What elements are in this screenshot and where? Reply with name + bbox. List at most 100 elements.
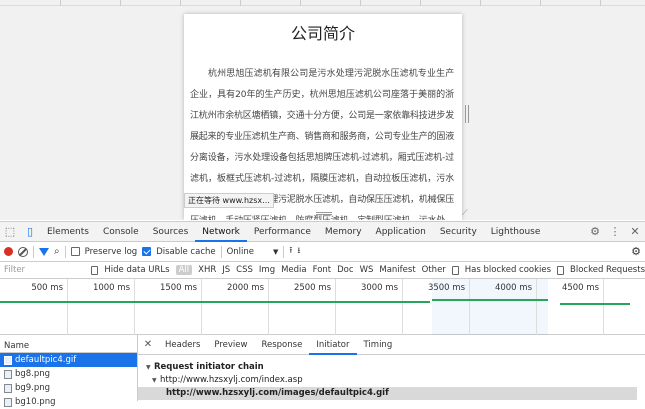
request-list: Name defaultpic4.gif bg8.png bg9.png bg1… bbox=[0, 335, 138, 407]
timeline-tick: 3000 ms bbox=[336, 279, 403, 335]
resize-handle-bottom[interactable] bbox=[316, 212, 332, 215]
chain-item-selected[interactable]: http://www.hzsxylj.com/images/defaultpic… bbox=[138, 387, 637, 400]
list-item[interactable]: bg10.png bbox=[0, 395, 137, 409]
tab-application[interactable]: Application bbox=[369, 222, 433, 242]
search-icon[interactable]: ⌕ bbox=[54, 246, 60, 257]
inspect-icon[interactable]: ⬚ bbox=[0, 222, 20, 242]
type-filter-js[interactable]: JS bbox=[222, 265, 230, 275]
tab-initiator[interactable]: Initiator bbox=[309, 335, 357, 355]
tab-lighthouse[interactable]: Lighthouse bbox=[484, 222, 548, 242]
settings-gear-icon[interactable]: ⚙ bbox=[585, 222, 605, 242]
top-strip-divider bbox=[300, 0, 301, 6]
record-icon[interactable] bbox=[4, 247, 13, 256]
device-toggle-icon[interactable]: ▯ bbox=[20, 222, 40, 242]
filter-input[interactable]: Filter bbox=[4, 265, 85, 275]
close-detail-icon[interactable]: ✕ bbox=[138, 339, 158, 350]
network-settings-icon[interactable]: ⚙ bbox=[631, 245, 641, 258]
preserve-log-label: Preserve log bbox=[84, 246, 138, 257]
filter-bar: Filter Hide data URLs All XHR JS CSS Img… bbox=[0, 262, 645, 279]
requests-area: Name defaultpic4.gif bg8.png bg9.png bg1… bbox=[0, 335, 645, 407]
timeline-tick: 3500 ms bbox=[403, 279, 470, 335]
timeline-activity-bar bbox=[0, 301, 430, 303]
import-har-icon[interactable]: ⭱ bbox=[289, 245, 292, 259]
hide-data-urls-checkbox[interactable] bbox=[91, 265, 99, 275]
top-strip-divider bbox=[360, 0, 361, 6]
has-blocked-cookies-label: Has blocked cookies bbox=[464, 265, 552, 275]
loading-status: 正在等待 www.hzsx... bbox=[184, 193, 274, 208]
initiator-chain: ▼ Request initiator chain ▼ http://www.hzs… bbox=[138, 355, 645, 406]
more-menu-icon[interactable]: ⋮ bbox=[605, 222, 625, 242]
list-item[interactable]: bg8.png bbox=[0, 367, 137, 381]
chain-title[interactable]: ▼ Request initiator chain bbox=[146, 361, 637, 374]
tab-memory[interactable]: Memory bbox=[318, 222, 369, 242]
page-top-strip bbox=[0, 0, 645, 6]
top-strip-divider bbox=[180, 0, 181, 6]
top-strip-divider bbox=[420, 0, 421, 6]
expand-triangle-icon[interactable]: ▼ bbox=[152, 374, 160, 387]
devtools-tabbar: ⬚ ▯ Elements Console Sources Network Per… bbox=[0, 222, 645, 242]
image-file-icon bbox=[4, 369, 12, 379]
export-har-icon[interactable]: ⭳ bbox=[297, 245, 300, 259]
resize-handle-right[interactable] bbox=[465, 105, 469, 123]
timeline-activity-bar bbox=[560, 303, 630, 305]
type-filter-img[interactable]: Img bbox=[259, 265, 275, 275]
top-strip-divider bbox=[540, 0, 541, 6]
type-filter-manifest[interactable]: Manifest bbox=[379, 265, 415, 275]
timeline-activity-bar bbox=[432, 299, 548, 301]
tab-preview[interactable]: Preview bbox=[207, 335, 254, 355]
tab-sources[interactable]: Sources bbox=[146, 222, 196, 242]
top-strip-divider bbox=[120, 0, 121, 6]
disable-cache-checkbox[interactable] bbox=[142, 247, 152, 256]
hide-data-urls-label: Hide data URLs bbox=[104, 265, 170, 275]
type-filter-all[interactable]: All bbox=[175, 265, 193, 275]
network-overview-timeline[interactable]: 500 ms 1000 ms 1500 ms 2000 ms 2500 ms 3… bbox=[0, 279, 645, 335]
tab-response[interactable]: Response bbox=[254, 335, 309, 355]
request-detail: ✕ Headers Preview Response Initiator Tim… bbox=[138, 335, 645, 401]
devtools-panel: ⬚ ▯ Elements Console Sources Network Per… bbox=[0, 221, 645, 407]
blocked-requests-checkbox[interactable] bbox=[557, 265, 565, 275]
timeline-tick: 1000 ms bbox=[68, 279, 135, 335]
chevron-down-icon[interactable]: ▼ bbox=[273, 248, 278, 256]
tab-performance[interactable]: Performance bbox=[247, 222, 318, 242]
top-strip-divider bbox=[240, 0, 241, 6]
image-file-icon bbox=[4, 383, 12, 393]
tab-elements[interactable]: Elements bbox=[40, 222, 96, 242]
resize-handle-corner[interactable]: ⟋ bbox=[462, 208, 468, 218]
type-filter-other[interactable]: Other bbox=[422, 265, 446, 275]
tab-network[interactable]: Network bbox=[195, 222, 247, 242]
has-blocked-cookies-checkbox[interactable] bbox=[451, 265, 459, 275]
throttle-select[interactable]: Online bbox=[227, 247, 254, 257]
image-file-icon bbox=[4, 355, 12, 365]
blocked-requests-label: Blocked Requests bbox=[570, 265, 645, 275]
top-strip-divider bbox=[600, 0, 601, 6]
type-filter-ws[interactable]: WS bbox=[360, 265, 374, 275]
timeline-tick: 500 ms bbox=[0, 279, 68, 335]
timeline-tick: 2000 ms bbox=[202, 279, 269, 335]
timeline-tick: 2500 ms bbox=[269, 279, 336, 335]
top-strip-divider bbox=[480, 0, 481, 6]
tab-security[interactable]: Security bbox=[433, 222, 484, 242]
tab-console[interactable]: Console bbox=[96, 222, 146, 242]
disable-cache-label: Disable cache bbox=[156, 246, 216, 257]
type-filter-media[interactable]: Media bbox=[281, 265, 307, 275]
list-item[interactable]: bg9.png bbox=[0, 381, 137, 395]
timeline-tick: 4000 ms bbox=[470, 279, 537, 335]
device-frame: 公司简介 杭州思旭压滤机有限公司是污水处理污泥脱水压滤机专业生产企业，具有20年… bbox=[184, 14, 462, 220]
filter-funnel-icon[interactable] bbox=[39, 247, 49, 256]
close-icon[interactable]: ✕ bbox=[625, 222, 645, 242]
top-strip-divider bbox=[60, 0, 61, 6]
type-filter-css[interactable]: CSS bbox=[236, 265, 253, 275]
type-filter-xhr[interactable]: XHR bbox=[198, 265, 216, 275]
chain-item[interactable]: ▼ http://www.hzsxylj.com/index.asp bbox=[146, 374, 637, 387]
preserve-log-checkbox[interactable] bbox=[70, 247, 80, 256]
list-item[interactable]: defaultpic4.gif bbox=[0, 353, 137, 367]
timeline-tick: 1500 ms bbox=[135, 279, 202, 335]
tab-timing[interactable]: Timing bbox=[357, 335, 400, 355]
type-filter-font[interactable]: Font bbox=[313, 265, 332, 275]
network-toolbar: ⌕ Preserve log Disable cache Online ▼ ⭱ … bbox=[0, 242, 645, 262]
tab-headers[interactable]: Headers bbox=[158, 335, 207, 355]
name-column-header[interactable]: Name bbox=[0, 339, 137, 353]
expand-triangle-icon[interactable]: ▼ bbox=[146, 361, 154, 374]
type-filter-doc[interactable]: Doc bbox=[337, 265, 353, 275]
clear-icon[interactable] bbox=[18, 246, 28, 257]
